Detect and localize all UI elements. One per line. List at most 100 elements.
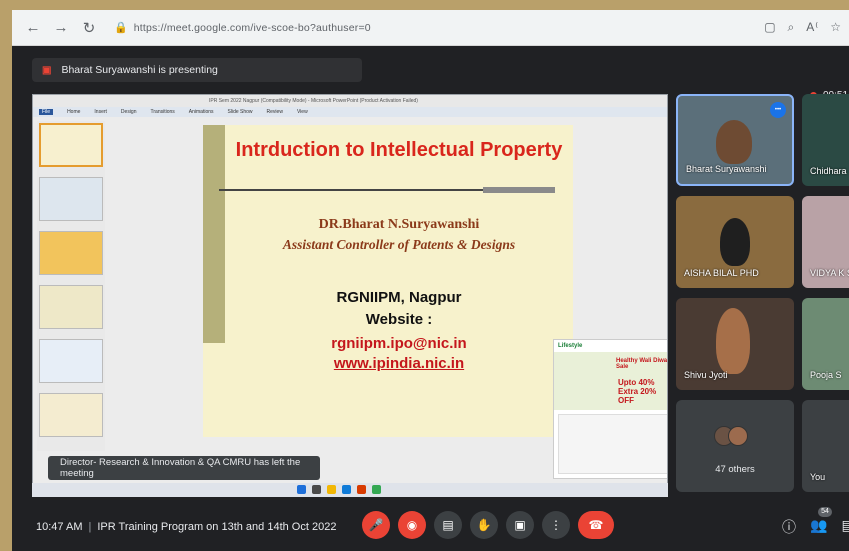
participant-tile[interactable]: ••• Bharat Suryawanshi <box>676 94 794 186</box>
lock-icon: 🔒 <box>114 22 128 34</box>
slide-thumbnail <box>39 123 103 167</box>
meeting-info: 10:47 AM | IPR Training Program on 13th an… <box>36 521 336 533</box>
slide-divider-accent <box>483 187 555 193</box>
explorer-icon <box>327 485 336 494</box>
slide-website-label: Website : <box>365 311 433 328</box>
ad-banner: Healthy Wali Diwali Sale Upto 40% Extra … <box>554 352 668 410</box>
participant-name: Shivu Jyoti <box>684 370 728 380</box>
edge-icon <box>342 485 351 494</box>
url-text: https://meet.google.com/ive-scoe-bo?auth… <box>133 21 371 34</box>
ribbon-tab: Transitions <box>150 109 175 115</box>
meeting-title: IPR Training Program on 13th and 14th Oc… <box>97 521 337 533</box>
ad-headline: Healthy Wali Diwali Sale <box>616 358 668 370</box>
participant-name: Bharat Suryawanshi <box>686 164 767 174</box>
others-count: 47 others <box>715 464 755 475</box>
slide-thumbnail <box>39 393 103 437</box>
meet-window: ← → ↻ 🔒 https://meet.google.com/ive-scoe… <box>12 10 849 551</box>
info-icon[interactable]: ⓘ <box>782 517 796 537</box>
back-icon[interactable]: ← <box>22 17 44 39</box>
present-now-icon[interactable]: ▣ <box>506 511 534 539</box>
search-icon <box>312 485 321 494</box>
slide-thumbnail <box>39 177 103 221</box>
speaking-indicator-icon: ••• <box>770 102 786 118</box>
call-controls: 🎤 ◉ ▤ ✋ ▣ ⋮ ☎ <box>362 511 614 539</box>
ribbon-tab: File <box>39 109 54 115</box>
participant-count-badge: 54 <box>818 507 832 517</box>
address-bar[interactable]: 🔒 https://meet.google.com/ive-scoe-bo?au… <box>114 16 724 40</box>
participant-tile[interactable]: Chidhara <box>802 94 849 186</box>
participant-tile[interactable]: VIDYA K S <box>802 196 849 288</box>
browser-toolbar: ← → ↻ 🔒 https://meet.google.com/ive-scoe… <box>12 10 849 46</box>
meeting-toast: Director- Research & Innovation & QA CMR… <box>48 456 320 480</box>
ribbon-tab: Design <box>120 109 137 115</box>
presenting-text: Bharat Suryawanshi is presenting <box>61 64 218 76</box>
ribbon-tab: Home <box>67 109 81 115</box>
avatar <box>728 426 748 446</box>
ad-popup[interactable]: Lifestyle Healthy Wali Diwali Sale Upto … <box>553 339 668 479</box>
mic-off-icon[interactable]: 🎤 <box>362 511 390 539</box>
side-controls: ⓘ 👥 ▤ <box>782 517 849 537</box>
participant-name: Chidhara <box>810 166 847 176</box>
read-aloud-icon[interactable]: A ⁽ <box>806 20 818 35</box>
participant-video <box>716 120 752 164</box>
participant-video <box>720 218 750 266</box>
participant-name: VIDYA K S <box>810 268 849 278</box>
forward-icon[interactable]: → <box>50 17 72 39</box>
windows-taskbar <box>32 483 668 497</box>
participant-video <box>716 308 750 374</box>
ad-offer: Upto 40% Extra 20% OFF <box>618 378 657 405</box>
toast-text: Director- Research & Innovation & QA CMR… <box>60 457 301 479</box>
others-avatars <box>714 426 748 446</box>
reader-icon[interactable]: ▢ <box>764 20 775 35</box>
hang-up-button[interactable]: ☎ <box>578 511 614 539</box>
raise-hand-icon[interactable]: ✋ <box>470 511 498 539</box>
participant-name: AISHA BILAL PHD <box>684 268 759 278</box>
separator: | <box>88 521 92 533</box>
meeting-controls-bar: 10:47 AM | IPR Training Program on 13th an… <box>12 503 849 551</box>
browser-actions: ▢ ⌕ A ⁽ ☆ <box>764 20 849 35</box>
windows-start-icon <box>297 485 306 494</box>
chrome-icon <box>372 485 381 494</box>
slide-thumbnail <box>39 231 103 275</box>
slide-presenter-name: DR.Bharat N.Suryawanshi <box>318 217 480 232</box>
captions-icon[interactable]: ▤ <box>434 511 462 539</box>
participant-tile[interactable]: AISHA BILAL PHD <box>676 196 794 288</box>
participant-tile[interactable]: Shivu Jyoti <box>676 298 794 390</box>
slide-thumbnails <box>37 121 105 451</box>
slide-thumbnail <box>39 285 103 329</box>
participant-tile-others[interactable]: 47 others <box>676 400 794 492</box>
ribbon-tab: View <box>296 109 308 115</box>
participant-name: You <box>810 472 826 482</box>
current-slide: Intrduction to Intellectual Property DR.… <box>203 125 573 437</box>
presenting-banner: ▣ Bharat Suryawanshi is presenting <box>32 58 362 82</box>
more-options-icon[interactable]: ⋮ <box>542 511 570 539</box>
people-icon[interactable]: 👥 <box>810 517 827 537</box>
present-screen-icon: ▣ <box>42 64 52 76</box>
slide-title: Intrduction to Intellectual Property <box>235 139 563 161</box>
slide-email: rgniipm.ipo@nic.in <box>331 335 467 352</box>
ppt-ribbon: File Home Insert Design Transitions Anim… <box>33 107 667 117</box>
ppt-titlebar: IPR Sem 2022 Nagpur (Compatibility Mode)… <box>33 95 667 107</box>
self-tile[interactable]: You <box>802 400 849 492</box>
shared-screen: IPR Sem 2022 Nagpur (Compatibility Mode)… <box>32 94 668 494</box>
ribbon-tab: Slide Show <box>227 109 253 115</box>
camera-off-icon[interactable]: ◉ <box>398 511 426 539</box>
participant-name: Pooja S <box>810 370 842 380</box>
ribbon-tab: Animations <box>188 109 214 115</box>
ribbon-tab: Insert <box>94 109 107 115</box>
slide-website-link: www.ipindia.nic.in <box>333 355 465 372</box>
slide-thumbnail <box>39 339 103 383</box>
slide-organization: RGNIIPM, Nagpur <box>336 289 462 306</box>
slide-presenter-role: Assistant Controller of Patents & Design… <box>282 237 516 252</box>
meeting-clock: 10:47 AM <box>36 521 83 533</box>
ribbon-tab: Review <box>266 109 283 115</box>
favorites-icon[interactable]: ☆ <box>830 20 841 35</box>
refresh-icon[interactable]: ↻ <box>78 17 100 39</box>
powerpoint-icon <box>357 485 366 494</box>
chat-icon[interactable]: ▤ <box>841 517 849 537</box>
ad-brand: Lifestyle <box>554 340 667 352</box>
ppt-window-title: IPR Sem 2022 Nagpur (Compatibility Mode)… <box>209 98 418 104</box>
slide-accent-bar <box>203 125 225 343</box>
participant-tile[interactable]: Pooja S <box>802 298 849 390</box>
zoom-icon[interactable]: ⌕ <box>788 20 795 35</box>
